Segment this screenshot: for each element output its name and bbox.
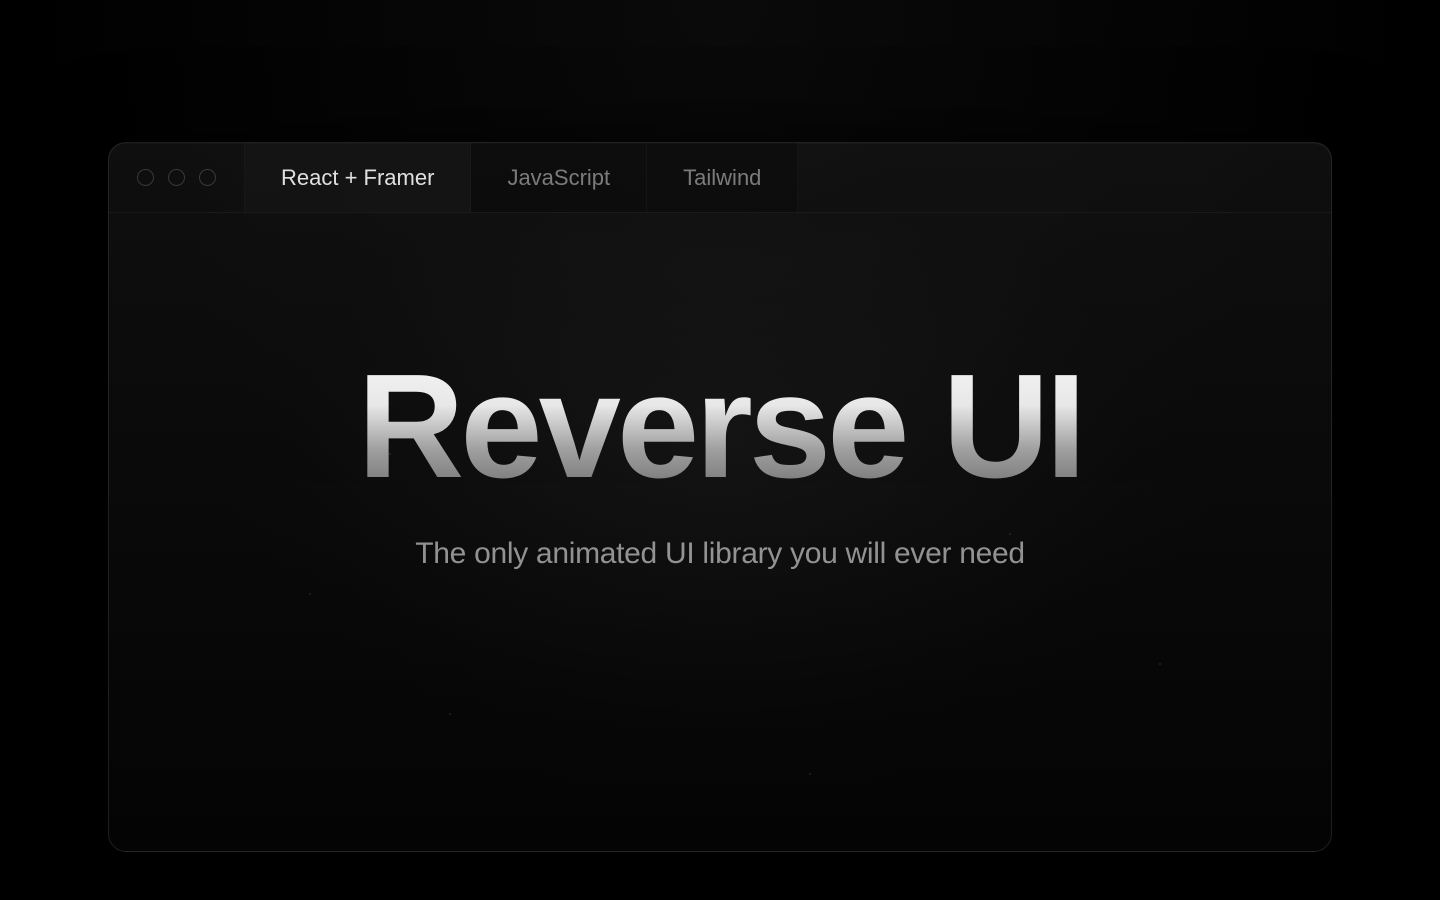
particle-dot [1159,663,1161,665]
window-content: Reverse UI The only animated UI library … [109,213,1331,851]
tab-javascript[interactable]: JavaScript [471,143,647,212]
particle-dot [449,713,451,715]
minimize-icon[interactable] [168,169,185,186]
particle-dot [1009,533,1011,535]
maximize-icon[interactable] [199,169,216,186]
particle-dot [809,773,811,775]
tab-bar: React + Framer JavaScript Tailwind [245,143,1331,212]
titlebar: React + Framer JavaScript Tailwind [109,143,1331,213]
hero-title: Reverse UI [357,353,1082,501]
particle-dot [309,593,311,595]
hero-subtitle: The only animated UI library you will ev… [415,537,1025,571]
close-icon[interactable] [137,169,154,186]
traffic-lights [109,143,245,212]
tab-tailwind[interactable]: Tailwind [647,143,798,212]
app-window: React + Framer JavaScript Tailwind Rever… [108,142,1332,852]
tab-label: JavaScript [507,165,610,191]
tab-react-framer[interactable]: React + Framer [245,143,471,212]
tab-label: React + Framer [281,165,434,191]
tab-label: Tailwind [683,165,761,191]
